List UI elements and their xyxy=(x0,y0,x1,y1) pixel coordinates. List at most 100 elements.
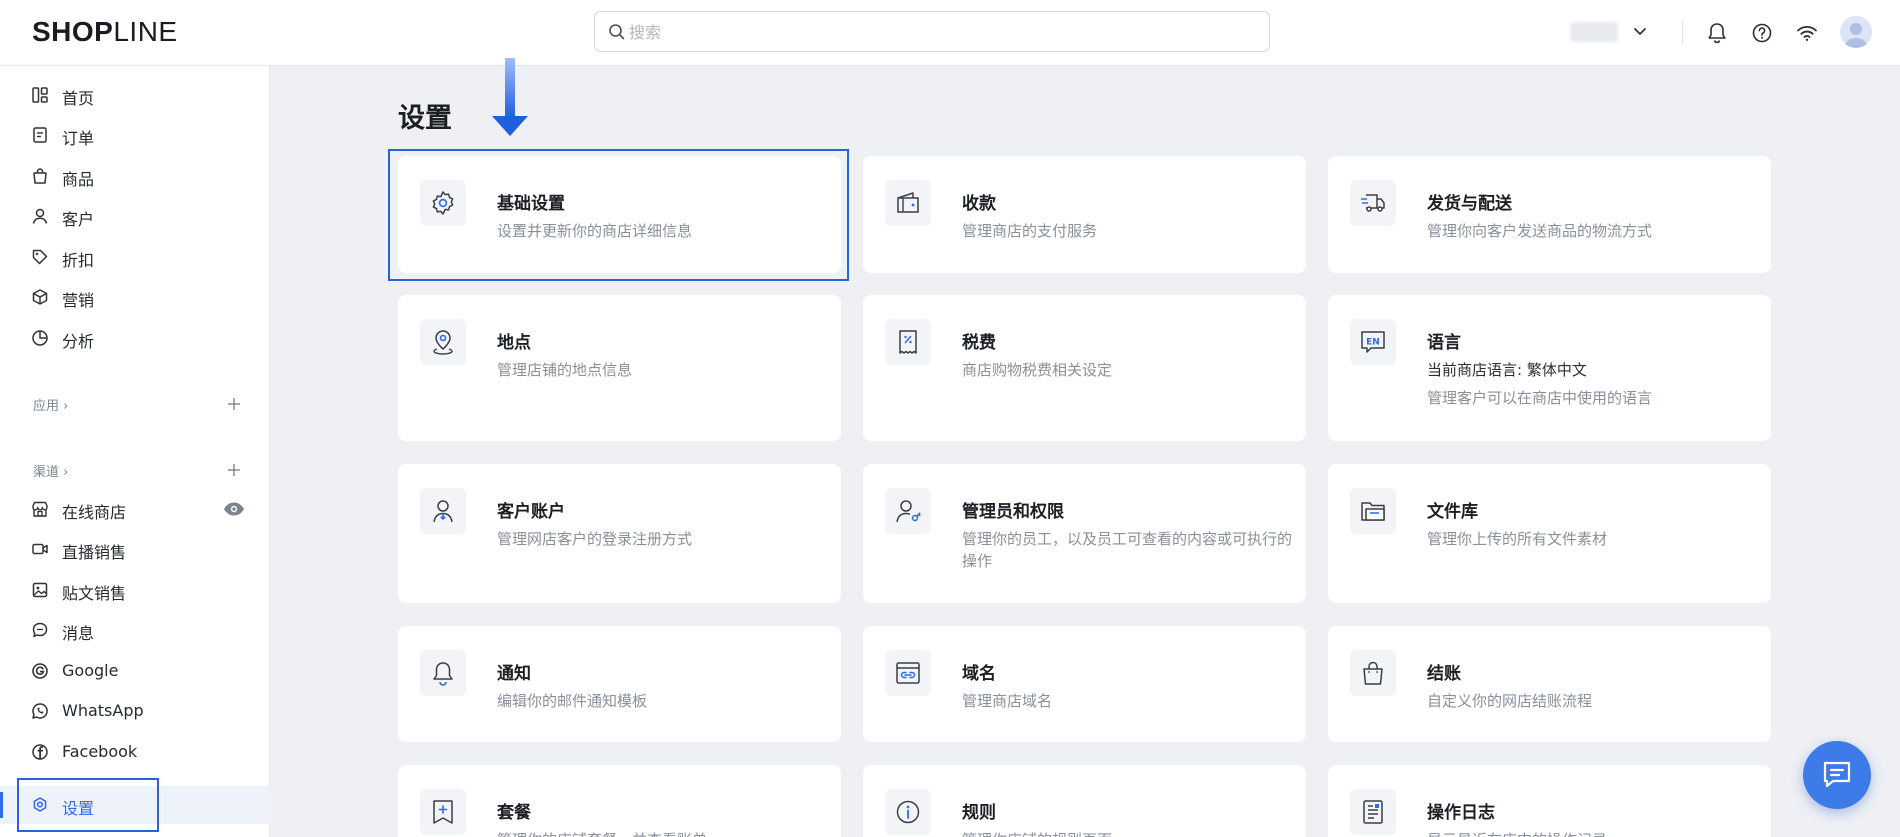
sidebar-item-marketing[interactable]: 营销 xyxy=(0,278,270,316)
card-title: 文件库 xyxy=(1427,502,1478,522)
shopline-logo[interactable]: SHOPLINE xyxy=(32,16,178,48)
chat-support-button[interactable] xyxy=(1803,741,1871,809)
settings-card-taxes[interactable]: 税费 商店购物税费相关设定 xyxy=(863,295,1306,441)
facebook-icon xyxy=(32,744,48,760)
card-desc: 管理你向客户发送商品的物流方式 xyxy=(1427,222,1653,240)
card-title: 基础设置 xyxy=(497,194,565,214)
card-title: 发货与配送 xyxy=(1427,194,1512,214)
add-channel-icon[interactable] xyxy=(225,461,243,479)
settings-card-shipping[interactable]: 发货与配送 管理你向客户发送商品的物流方式 xyxy=(1328,156,1771,273)
gear-icon xyxy=(432,191,454,215)
search-input[interactable] xyxy=(629,18,1249,46)
sidebar-item-label: 贴文销售 xyxy=(62,584,127,603)
log-icon xyxy=(1363,800,1383,824)
settings-card-domains[interactable]: 域名 管理商店域名 xyxy=(863,626,1306,742)
sidebar-item-whatsapp[interactable]: WhatsApp xyxy=(0,692,270,730)
settings-card-language[interactable]: EN 语言 当前商店语言: 繁体中文 管理客户可以在商店中使用的语言 xyxy=(1328,295,1771,441)
sidebar-item-post-selling[interactable]: 贴文销售 xyxy=(0,571,270,609)
tag-icon xyxy=(32,249,48,265)
settings-card-locations[interactable]: 地点 管理店铺的地点信息 xyxy=(398,295,841,441)
truck-icon xyxy=(1361,194,1385,212)
sidebar-item-settings[interactable]: 设置 xyxy=(0,786,270,824)
store-name-blurred[interactable] xyxy=(1570,22,1618,42)
channels-section-header[interactable]: 渠道 › xyxy=(33,461,68,480)
sidebar-item-products[interactable]: 商品 xyxy=(0,157,270,195)
chart-pie-icon xyxy=(32,330,48,346)
sidebar-item-customers[interactable]: 客户 xyxy=(0,197,270,235)
card-icon-wrap xyxy=(885,319,931,365)
eye-icon[interactable] xyxy=(223,501,245,517)
sidebar-item-label: Facebook xyxy=(62,742,138,761)
card-desc: 显示最近在店中的操作记录 xyxy=(1427,829,1757,837)
card-desc: 管理店铺的地点信息 xyxy=(497,361,633,379)
admin-key-icon xyxy=(896,500,921,523)
cube-icon xyxy=(32,289,48,305)
store-icon xyxy=(32,501,48,517)
card-icon-wrap xyxy=(885,488,931,534)
help-icon[interactable] xyxy=(1749,20,1775,46)
sidebar-item-label: 在线商店 xyxy=(62,503,127,522)
card-title: 管理员和权限 xyxy=(962,502,1064,522)
sidebar-item-label: 折扣 xyxy=(62,251,95,270)
card-icon-wrap xyxy=(420,180,466,226)
sidebar-item-home[interactable]: 首页 xyxy=(0,76,270,114)
sidebar-item-google[interactable]: Google xyxy=(0,652,270,690)
chevron-down-icon[interactable] xyxy=(1630,22,1650,42)
card-desc: 编辑你的邮件通知模板 xyxy=(497,692,648,710)
card-desc: 管理你的员工，以及员工可查看的内容或可执行的操作 xyxy=(962,530,1293,570)
avatar[interactable] xyxy=(1840,16,1872,48)
settings-card-checkout[interactable]: 结账 自定义你的网店结账流程 xyxy=(1328,626,1771,742)
card-title: 域名 xyxy=(962,664,996,684)
bell-icon xyxy=(433,662,453,686)
sidebar-item-label: 客户 xyxy=(62,210,95,229)
arrow-down-icon xyxy=(492,58,528,136)
add-app-icon[interactable] xyxy=(225,395,243,413)
settings-card-policies[interactable]: 规则 管理你店铺的规则页面 xyxy=(863,765,1306,837)
card-icon-wrap xyxy=(1350,488,1396,534)
sidebar-item-label: Google xyxy=(62,661,119,680)
sidebar-item-label: 直播销售 xyxy=(62,543,127,562)
info-icon xyxy=(896,800,920,824)
settings-card-payments[interactable]: 收款 管理商店的支付服务 xyxy=(863,156,1306,273)
card-title: 地点 xyxy=(497,333,531,353)
receipt-icon xyxy=(899,330,917,354)
sidebar-item-facebook[interactable]: Facebook xyxy=(0,733,270,771)
settings-card-notifications[interactable]: 通知 编辑你的邮件通知模板 xyxy=(398,626,841,742)
card-icon-wrap xyxy=(885,650,931,696)
settings-card-files[interactable]: 文件库 管理你上传的所有文件素材 xyxy=(1328,464,1771,603)
bag-icon xyxy=(33,168,47,184)
user-avatar-icon xyxy=(1844,23,1868,48)
location-icon xyxy=(433,330,453,355)
settings-card-staff-permissions[interactable]: 管理员和权限 管理你的员工，以及员工可查看的内容或可执行的操作 xyxy=(863,464,1306,603)
video-icon xyxy=(32,543,48,555)
apps-section-header[interactable]: 应用 › xyxy=(33,395,68,414)
card-icon-wrap xyxy=(420,488,466,534)
sidebar-item-label: WhatsApp xyxy=(62,701,144,720)
sidebar-item-live-selling[interactable]: 直播销售 xyxy=(0,530,270,568)
card-title: 结账 xyxy=(1427,664,1461,684)
card-desc: 商店购物税费相关设定 xyxy=(962,361,1113,379)
settings-card-customer-accounts[interactable]: 客户账户 管理网店客户的登录注册方式 xyxy=(398,464,841,603)
image-post-icon xyxy=(32,582,48,598)
folder-icon xyxy=(1361,502,1385,521)
card-desc: 管理你店铺的规则页面 xyxy=(962,829,1292,837)
settings-card-plan[interactable]: 套餐 管理你的店铺套餐，并查看账单 xyxy=(398,765,841,837)
sidebar-item-discounts[interactable]: 折扣 xyxy=(0,238,270,276)
svg-text:EN: EN xyxy=(1366,338,1380,348)
search-box[interactable] xyxy=(594,11,1270,52)
chat-icon xyxy=(32,622,48,638)
sidebar-item-orders[interactable]: 订单 xyxy=(0,116,270,154)
card-desc: 管理你的店铺套餐，并查看账单 xyxy=(497,829,827,837)
sidebar-item-analytics[interactable]: 分析 xyxy=(0,319,270,357)
wifi-icon[interactable] xyxy=(1794,20,1820,46)
settings-card-general[interactable]: 基础设置 设置并更新你的商店详细信息 xyxy=(398,156,841,273)
bell-icon[interactable] xyxy=(1704,20,1730,46)
chat-bubble-icon xyxy=(1823,761,1851,788)
card-icon-wrap xyxy=(420,650,466,696)
card-title: 操作日志 xyxy=(1427,803,1495,823)
sidebar-item-online-store[interactable]: 在线商店 xyxy=(0,490,270,528)
plan-icon xyxy=(433,800,453,824)
customer-account-icon xyxy=(433,500,453,523)
sidebar-item-messages[interactable]: 消息 xyxy=(0,611,270,649)
settings-card-activity-log[interactable]: 操作日志 显示最近在店中的操作记录 xyxy=(1328,765,1771,837)
